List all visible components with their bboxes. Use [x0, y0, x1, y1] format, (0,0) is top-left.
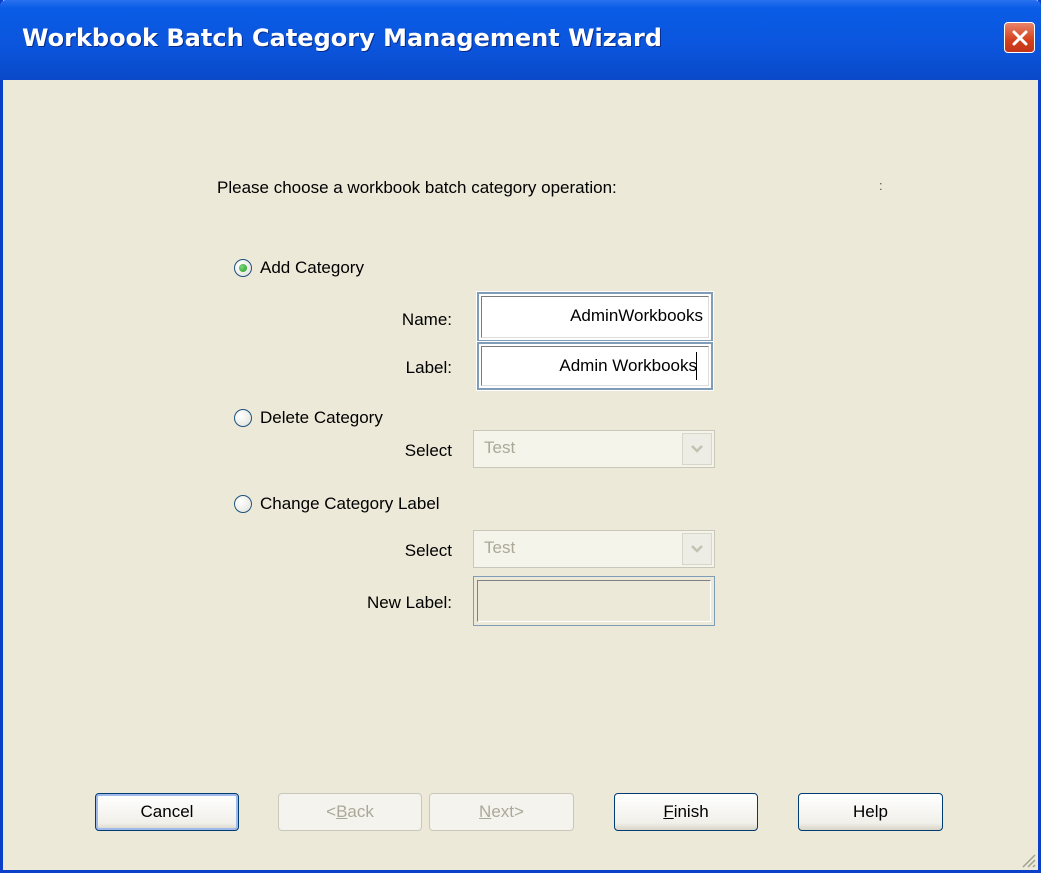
help-button[interactable]: Help [798, 793, 943, 831]
name-field-label: Name: [401, 310, 452, 329]
close-icon [1012, 30, 1027, 45]
label-input-value: Admin Workbooks [559, 356, 697, 375]
change-label-radio[interactable]: Change Category Label [234, 494, 440, 514]
delete-category-select[interactable]: Test [473, 430, 715, 468]
window-title: Workbook Batch Category Management Wizar… [22, 24, 662, 52]
delete-select-label: Select [404, 441, 452, 460]
delete-category-label: Delete Category [260, 408, 383, 427]
title-bar[interactable]: Workbook Batch Category Management Wizar… [0, 0, 1041, 80]
back-button[interactable]: < Back [278, 793, 422, 831]
chevron-down-icon[interactable] [682, 533, 712, 565]
wizard-window: Workbook Batch Category Management Wizar… [0, 0, 1041, 873]
help-button-label: Help [853, 802, 888, 821]
back-rest: ack [347, 802, 374, 821]
close-button[interactable] [1004, 22, 1035, 53]
radio-unselected-icon [234, 409, 252, 427]
change-select-value: Test [484, 538, 516, 557]
operation-prompt: Please choose a workbook batch category … [217, 178, 617, 197]
add-category-label: Add Category [260, 258, 364, 277]
name-input-value: AdminWorkbooks [570, 306, 703, 325]
new-label-label: New Label: [366, 593, 452, 612]
change-category-select[interactable]: Test [473, 530, 715, 568]
text-caret [696, 352, 697, 380]
add-category-radio[interactable]: Add Category [234, 258, 364, 278]
cancel-button-label: Cancel [140, 802, 194, 821]
change-label-label: Change Category Label [260, 494, 440, 513]
radio-selected-icon [234, 259, 252, 277]
back-mnemonic: B [336, 802, 348, 821]
delete-category-radio[interactable]: Delete Category [234, 408, 383, 428]
cancel-button[interactable]: Cancel [95, 793, 239, 831]
chevron-down-icon[interactable] [682, 433, 712, 465]
finish-button[interactable]: Finish [614, 793, 758, 831]
radio-unselected-icon [234, 495, 252, 513]
next-button[interactable]: Next> [429, 793, 574, 831]
next-mnemonic: N [479, 802, 492, 821]
finish-rest: inish [673, 802, 709, 821]
label-field-label: Label: [405, 358, 452, 377]
wizard-body: Please choose a workbook batch category … [3, 80, 1038, 870]
resize-grip-icon[interactable] [1018, 850, 1036, 868]
new-label-input[interactable] [473, 576, 715, 626]
delete-select-value: Test [484, 438, 516, 457]
finish-mnemonic: F [663, 802, 674, 821]
name-input[interactable]: AdminWorkbooks [476, 291, 714, 343]
prompt-artifact: : [879, 178, 883, 193]
back-prefix: < [326, 802, 337, 821]
label-input[interactable]: Admin Workbooks [476, 341, 714, 391]
change-select-label: Select [404, 541, 452, 560]
next-rest: ext> [491, 802, 524, 821]
